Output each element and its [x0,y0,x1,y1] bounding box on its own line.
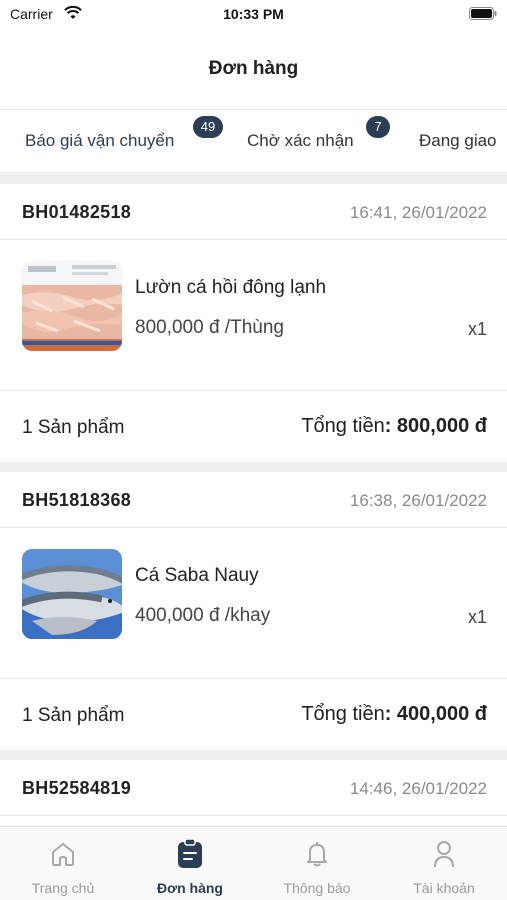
order-card[interactable]: BH51818368 16:38, 26/01/2022 Cá Saba Nau… [0,472,507,750]
product-quantity: x1 [467,607,487,627]
order-footer: 1 Sản phẩm Tổng tiền: 800,000 đ [0,392,507,462]
order-time: 14:46, 26/01/2022 [349,779,487,798]
bell-icon [307,842,327,867]
total-label: Tổng tiền [301,703,385,725]
tab-bar-label: Tài khoản [413,880,475,896]
order-card[interactable]: BH52584819 14:46, 26/01/2022 [0,760,507,826]
product-count: 1 Sản phẩm [22,417,125,438]
product-thumbnail [22,549,122,639]
tab-bar-label: Thông báo [283,880,351,896]
tab-bar-label: Trang chủ [31,880,95,896]
product-price: 800,000 đ /Thùng [135,317,284,338]
order-time: 16:38, 26/01/2022 [349,491,487,510]
order-code: BH52584819 [22,778,132,798]
product-quantity: x1 [467,319,487,339]
section-separator [0,750,507,760]
tab-label: Báo giá vận chuyển [25,131,175,150]
status-time: 10:33 PM [223,6,284,22]
order-footer: 1 Sản phẩm Tổng tiền: 400,000 đ [0,680,507,750]
order-code: BH01482518 [22,202,132,222]
tab-badge-shipping-quote: 49 [193,116,223,138]
tab-bar-orders[interactable]: Đơn hàng [127,827,253,900]
order-total: Tổng tiền: 400,000 đ [301,703,487,726]
order-header: BH52584819 14:46, 26/01/2022 [0,760,507,816]
tab-bar-account[interactable]: Tài khoản [381,827,507,900]
order-item-row[interactable]: Lườn cá hồi đông lạnh 800,000 đ /Thùng x… [0,241,507,391]
order-status-tabs: Báo giá vận chuyển 49 Chờ xác nhận 7 Đan… [0,111,507,173]
tab-label: Chờ xác nhận [247,131,354,150]
order-header: BH01482518 16:41, 26/01/2022 [0,184,507,240]
order-time: 16:41, 26/01/2022 [349,203,487,222]
user-icon [434,841,454,868]
section-separator [0,174,507,184]
order-item-row[interactable]: Cá Saba Nauy 400,000 đ /khay x1 [0,529,507,679]
tab-bar-label: Đơn hàng [157,880,223,896]
tab-badge-awaiting-confirmation: 7 [366,116,390,138]
product-thumbnail [22,261,122,351]
status-bar: Carrier 10:33 PM [0,0,507,30]
product-name: Cá Saba Nauy [135,565,259,586]
nav-header: Đơn hàng [0,30,507,110]
order-header: BH51818368 16:38, 26/01/2022 [0,472,507,528]
tab-label: Đang giao [419,131,497,150]
order-code: BH51818368 [22,490,132,510]
total-colon: : [384,703,397,725]
tab-bar-home[interactable]: Trang chủ [0,827,126,900]
order-card[interactable]: BH01482518 16:41, 26/01/2022 Lườn cá hồi… [0,184,507,462]
total-amount: 800,000 đ [396,415,487,437]
section-separator [0,462,507,472]
product-price: 400,000 đ /khay [135,605,271,626]
bottom-tab-bar: Trang chủ Đơn hàng Thông báo Tài khoản [0,826,507,900]
order-total: Tổng tiền: 800,000 đ [301,415,487,438]
total-colon: : [384,415,397,437]
battery-icon [469,7,497,20]
tab-delivering[interactable]: Đang giao [419,131,497,151]
page-title: Đơn hàng [208,58,299,79]
total-label: Tổng tiền [301,415,385,437]
clipboard-icon [178,839,202,868]
product-name: Lườn cá hồi đông lạnh [135,277,327,298]
home-icon [52,843,74,866]
tab-shipping-quote[interactable]: Báo giá vận chuyển [25,131,174,151]
product-count: 1 Sản phẩm [22,705,125,726]
tab-awaiting-confirmation[interactable]: Chờ xác nhận [247,131,354,151]
total-amount: 400,000 đ [396,703,487,725]
tab-bar-notifications[interactable]: Thông báo [254,827,380,900]
